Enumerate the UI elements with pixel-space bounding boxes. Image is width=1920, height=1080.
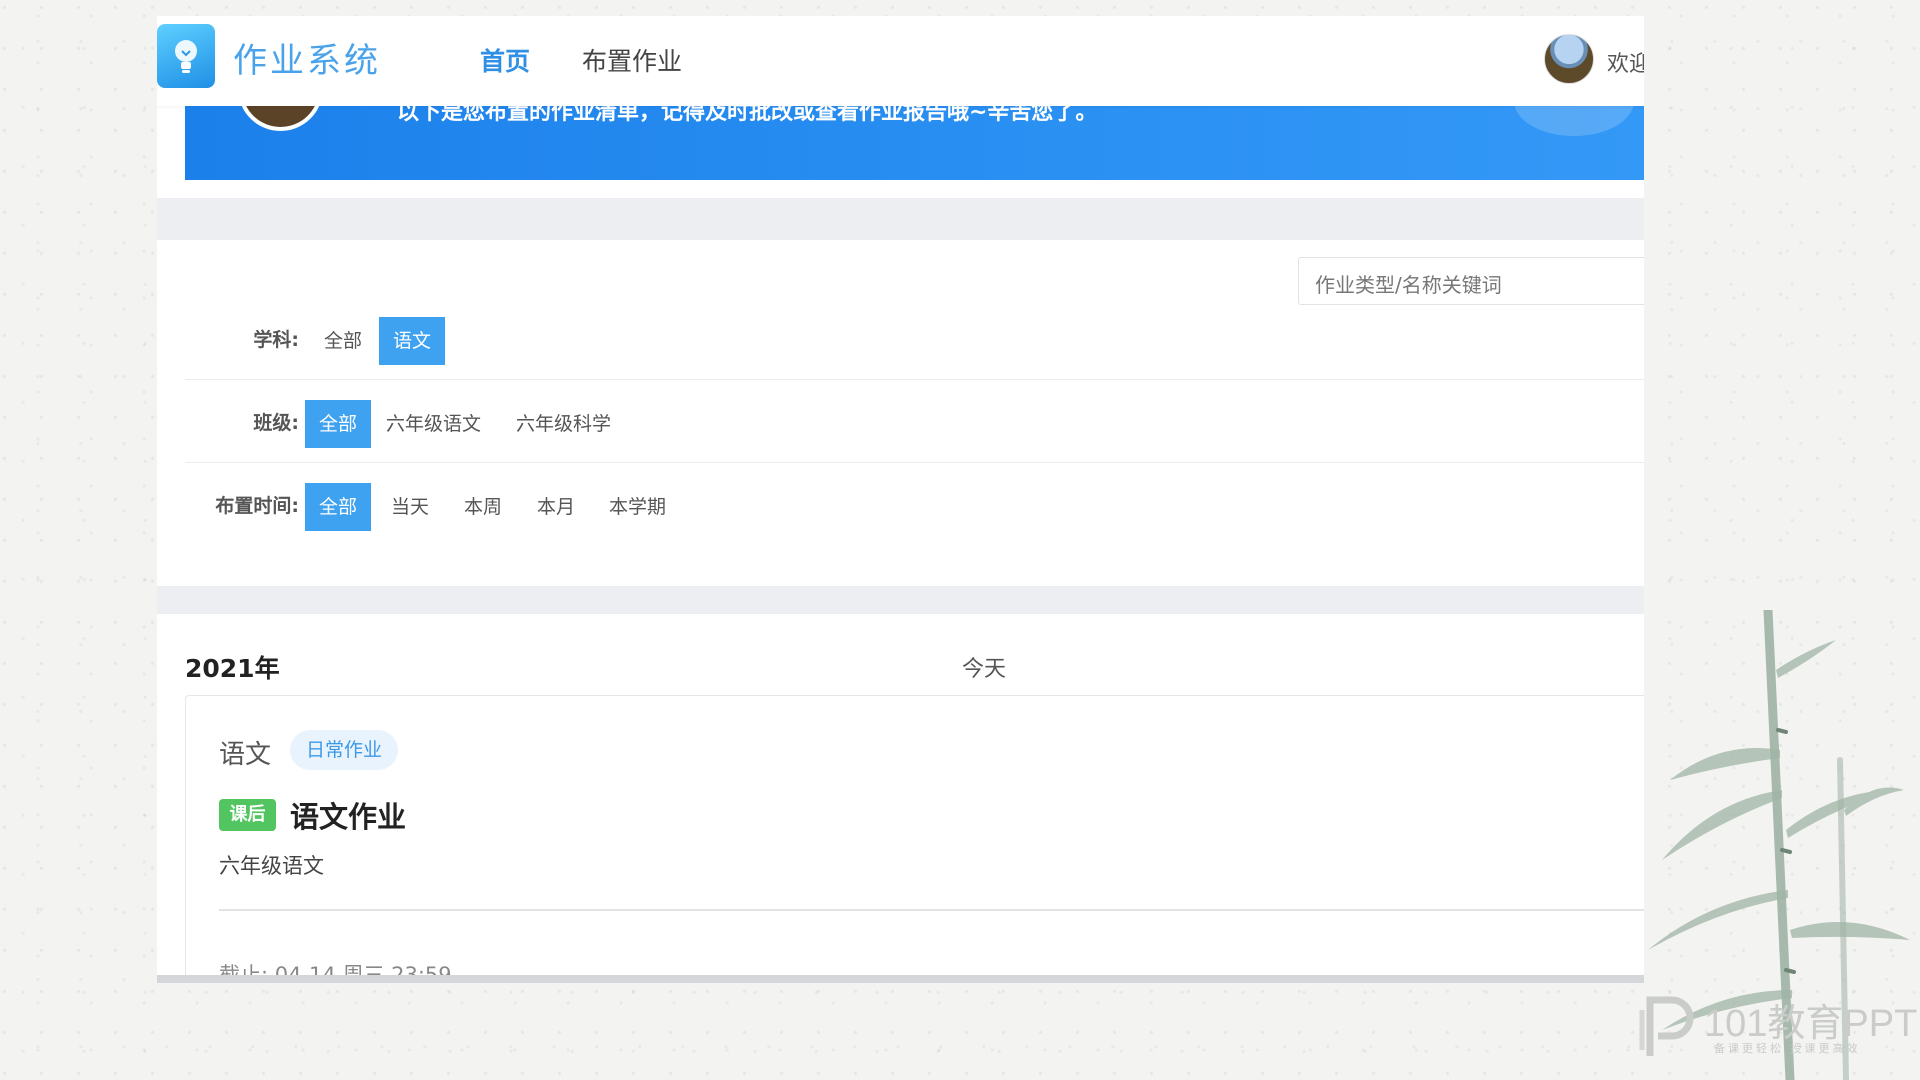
class-option-all[interactable]: 全部 (305, 400, 372, 448)
banner-text: 以下是您布置的作业清单，记得及时批改或查看作业报告哦~辛苦您了。 (397, 106, 1098, 125)
banner-decoration (1514, 106, 1634, 136)
filter-subject-label: 学科: (253, 329, 299, 351)
watermark-subtext: 备课更轻松 授课更高效 (1714, 1042, 1861, 1055)
user-avatar[interactable] (1544, 34, 1594, 84)
time-option-month[interactable]: 本月 (523, 483, 589, 531)
time-option-today[interactable]: 当天 (377, 483, 443, 531)
filter-time-label: 布置时间: (215, 495, 299, 517)
timeline-year: 2021年 (185, 654, 280, 683)
nav-assign-homework[interactable]: 布置作业 (582, 42, 682, 78)
info-banner: 以下是您布置的作业清单，记得及时批改或查看作业报告哦~辛苦您了。 (185, 106, 1644, 180)
welcome-text: 欢迎 (1607, 52, 1644, 77)
homework-class: 六年级语文 (219, 854, 324, 878)
time-option-all[interactable]: 全部 (305, 483, 372, 531)
filter-class-label: 班级: (253, 412, 299, 434)
app-window: 作业系统 首页 布置作业 欢迎 以下是您布置的作业清单，记得及时批改或查看作业报… (157, 16, 1644, 983)
homework-subject: 语文 (219, 740, 272, 770)
top-navbar: 作业系统 首页 布置作业 欢迎 (157, 16, 1644, 106)
subject-option-chinese[interactable]: 语文 (379, 317, 446, 365)
card-divider (219, 909, 1644, 911)
homework-type-tag: 日常作业 (290, 730, 399, 770)
lightbulb-logo-icon[interactable] (157, 24, 215, 88)
watermark: 101教育PPT 备课更轻松 授课更高效 (1636, 990, 1917, 1060)
class-option-grade6-science[interactable]: 六年级科学 (502, 400, 625, 448)
nav-home[interactable]: 首页 (480, 42, 530, 78)
time-option-week[interactable]: 本周 (450, 483, 516, 531)
banner-avatar (238, 106, 323, 131)
homework-card[interactable]: 语文 日常作业 课后 语文作业 六年级语文 截止: 04-14 周三 23:59 (185, 695, 1644, 983)
app-window-edge (157, 975, 1644, 983)
watermark-text: 101教育PPT (1704, 1003, 1918, 1045)
p-logo-icon (1639, 996, 1694, 1056)
section-divider (157, 198, 1644, 240)
filter-class-row: 班级: 全部 六年级语文 六年级科学 (185, 381, 1644, 463)
subject-option-all[interactable]: 全部 (310, 317, 376, 365)
filter-subject-row: 学科: 全部 语文 (185, 298, 1644, 380)
homework-title[interactable]: 语文作业 (290, 794, 406, 836)
time-option-semester[interactable]: 本学期 (595, 483, 680, 531)
filter-time-row: 布置时间: 全部 当天 本周 本月 本学期 (185, 464, 1644, 546)
timeline-today: 今天 (962, 657, 1007, 682)
homework-badge: 课后 (219, 799, 276, 831)
brand-title: 作业系统 (233, 41, 381, 81)
section-divider-2 (157, 586, 1644, 614)
class-option-grade6-chinese[interactable]: 六年级语文 (372, 400, 495, 448)
